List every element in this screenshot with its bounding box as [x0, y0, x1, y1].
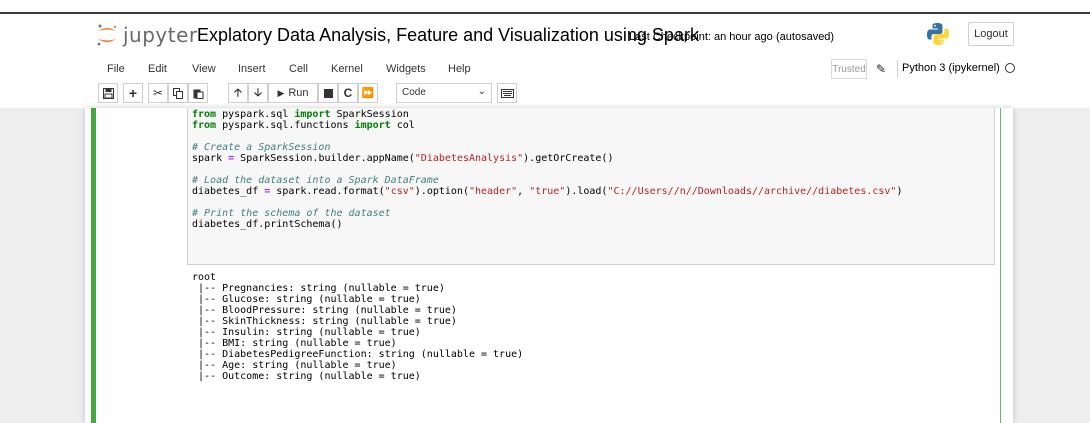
- output-line: |-- Outcome: string (nullable = true): [192, 371, 421, 382]
- code-line: diabetes_df.printSchema(): [192, 219, 343, 230]
- output-line: |-- SkinThickness: string (nullable = tr…: [192, 316, 457, 327]
- copy-icon: [172, 87, 183, 99]
- menu-edit[interactable]: Edit: [148, 63, 167, 75]
- menu-kernel[interactable]: Kernel: [331, 63, 363, 75]
- kernel-name[interactable]: Python 3 (ipykernel): [902, 62, 1000, 74]
- run-icon: ▶: [277, 87, 285, 98]
- menu-file[interactable]: File: [107, 63, 125, 75]
- edit-pencil-icon[interactable]: ✎: [876, 62, 886, 76]
- kernel-divider: [897, 60, 898, 78]
- copy-button[interactable]: [168, 83, 188, 103]
- move-up-button[interactable]: 🡡: [228, 83, 248, 103]
- output-line: |-- Age: string (nullable = true): [192, 360, 397, 371]
- cell-output: root |-- Pregnancies: string (nullable =…: [192, 272, 523, 382]
- code-line: spark = SparkSession.builder.appName("Di…: [192, 153, 614, 164]
- logout-button[interactable]: Logout: [968, 22, 1014, 46]
- keyboard-icon: [500, 88, 514, 98]
- logo-text: jupyter: [123, 23, 198, 47]
- command-palette-button[interactable]: [497, 83, 517, 103]
- notebook-title[interactable]: Explatory Data Analysis, Feature and Vis…: [197, 25, 699, 46]
- save-icon: [102, 87, 114, 99]
- menu-help[interactable]: Help: [448, 63, 471, 75]
- trusted-indicator[interactable]: Trusted: [831, 59, 867, 79]
- restart-icon: C: [343, 86, 353, 100]
- last-checkpoint: Last Checkpoint: an hour ago: [629, 31, 773, 43]
- cell-type-select[interactable]: Code ⌄: [396, 83, 492, 103]
- run-label: Run: [288, 87, 309, 99]
- chevron-down-icon: ⌄: [477, 86, 486, 97]
- restart-run-all-button[interactable]: ⏩: [358, 83, 378, 103]
- output-line: |-- Pregnancies: string (nullable = true…: [192, 283, 445, 294]
- jupyter-logo[interactable]: jupyter: [96, 23, 198, 47]
- output-line: |-- BloodPressure: string (nullable = tr…: [192, 305, 457, 316]
- code-line: # Print the schema of the dataset: [192, 208, 391, 219]
- move-down-button[interactable]: 🡣: [248, 83, 268, 103]
- python-logo-icon: [927, 23, 949, 45]
- paste-button[interactable]: [188, 83, 208, 103]
- cell-type-value: Code: [402, 87, 426, 98]
- output-line: |-- DiabetesPedigreeFunction: string (nu…: [192, 349, 524, 360]
- output-line: root: [192, 272, 217, 283]
- paste-icon: [193, 89, 203, 99]
- interrupt-icon: [323, 88, 333, 98]
- interrupt-button[interactable]: [318, 83, 338, 103]
- run-button[interactable]: ▶ Run: [268, 83, 318, 103]
- output-line: |-- Insulin: string (nullable = true): [192, 327, 421, 338]
- cut-button[interactable]: ✂: [148, 83, 168, 103]
- code-line: diabetes_df = spark.read.format("csv").o…: [192, 186, 903, 197]
- notebook-header: jupyter Explatory Data Analysis, Feature…: [0, 14, 1090, 58]
- move-down-icon: 🡣: [254, 86, 262, 99]
- menu-view[interactable]: View: [192, 63, 216, 75]
- code-line: # Create a SparkSession: [192, 142, 331, 153]
- fast-forward-icon: ⏩: [361, 87, 375, 99]
- menu-insert[interactable]: Insert: [238, 63, 266, 75]
- code-line: from pyspark.sql import SparkSession: [192, 109, 409, 120]
- restart-button[interactable]: C: [338, 83, 358, 103]
- toolbar: + ✂ 🡡 🡣 ▶ Run C ⏩: [0, 83, 1090, 105]
- save-button[interactable]: [98, 83, 118, 103]
- output-line: |-- BMI: string (nullable = true): [192, 338, 397, 349]
- autosave-status: (autosaved): [776, 31, 835, 43]
- move-up-icon: 🡡: [234, 86, 242, 99]
- code-input[interactable]: from pyspark.sql import SparkSession fro…: [192, 109, 902, 230]
- jupyter-logo-icon: [97, 24, 117, 46]
- code-line: from pyspark.sql.functions import col: [192, 120, 415, 131]
- insert-cell-button[interactable]: +: [123, 83, 143, 103]
- menu-cell[interactable]: Cell: [289, 63, 308, 75]
- kernel-status-icon: [1005, 63, 1015, 73]
- code-line: # Load the dataset into a Spark DataFram…: [192, 175, 439, 186]
- output-line: |-- Glucose: string (nullable = true): [192, 294, 421, 305]
- cut-icon: ✂: [152, 86, 164, 100]
- menu-widgets[interactable]: Widgets: [386, 63, 426, 75]
- add-cell-icon: +: [128, 85, 138, 101]
